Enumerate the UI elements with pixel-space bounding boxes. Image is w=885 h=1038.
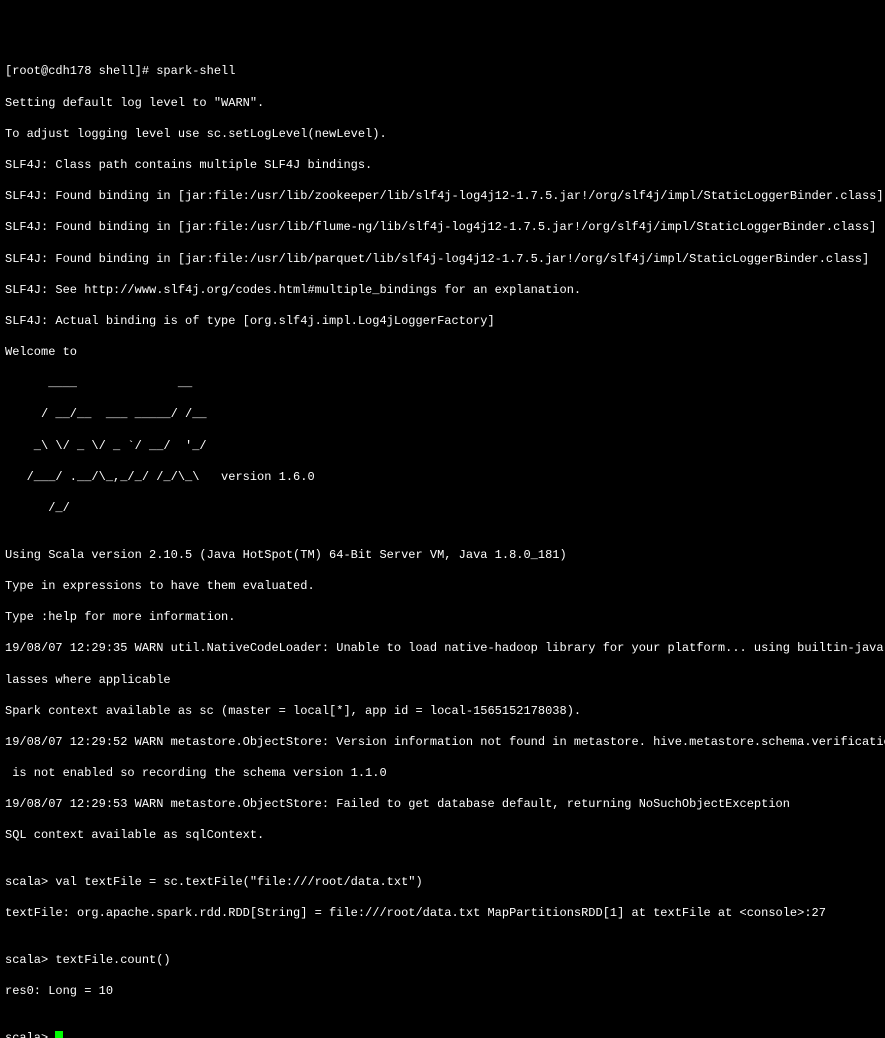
shell-prompt-line: [root@cdh178 shell]# spark-shell <box>5 64 880 80</box>
repl-line: scala> textFile.count() <box>5 953 880 969</box>
log-line: SLF4J: Found binding in [jar:file:/usr/l… <box>5 252 880 268</box>
info-line: is not enabled so recording the schema v… <box>5 766 880 782</box>
current-prompt-line[interactable]: scala> <box>5 1031 880 1038</box>
cursor-icon <box>55 1031 63 1038</box>
log-line: Setting default log level to "WARN". <box>5 96 880 112</box>
info-line: 19/08/07 12:29:52 WARN metastore.ObjectS… <box>5 735 880 751</box>
repl-line: res0: Long = 10 <box>5 984 880 1000</box>
log-line: SLF4J: Found binding in [jar:file:/usr/l… <box>5 220 880 236</box>
log-line: SLF4J: Class path contains multiple SLF4… <box>5 158 880 174</box>
ascii-art-line: /_/ <box>5 501 880 517</box>
repl-line: textFile: org.apache.spark.rdd.RDD[Strin… <box>5 906 880 922</box>
repl-line: scala> val textFile = sc.textFile("file:… <box>5 875 880 891</box>
info-line: Type :help for more information. <box>5 610 880 626</box>
log-line: To adjust logging level use sc.setLogLev… <box>5 127 880 143</box>
log-line: SLF4J: See http://www.slf4j.org/codes.ht… <box>5 283 880 299</box>
ascii-art-line: /___/ .__/\_,_/_/ /_/\_\ version 1.6.0 <box>5 470 880 486</box>
log-line: SLF4J: Found binding in [jar:file:/usr/l… <box>5 189 880 205</box>
ascii-art-line: _\ \/ _ \/ _ `/ __/ '_/ <box>5 439 880 455</box>
ascii-art-line: / __/__ ___ _____/ /__ <box>5 407 880 423</box>
info-line: SQL context available as sqlContext. <box>5 828 880 844</box>
ascii-art-line: ____ __ <box>5 376 880 392</box>
info-line: Type in expressions to have them evaluat… <box>5 579 880 595</box>
info-line: Spark context available as sc (master = … <box>5 704 880 720</box>
info-line: 19/08/07 12:29:53 WARN metastore.ObjectS… <box>5 797 880 813</box>
scala-prompt: scala> <box>5 1031 55 1038</box>
info-line: Using Scala version 2.10.5 (Java HotSpot… <box>5 548 880 564</box>
info-line: 19/08/07 12:29:35 WARN util.NativeCodeLo… <box>5 641 880 657</box>
info-line: lasses where applicable <box>5 673 880 689</box>
log-line: Welcome to <box>5 345 880 361</box>
log-line: SLF4J: Actual binding is of type [org.sl… <box>5 314 880 330</box>
